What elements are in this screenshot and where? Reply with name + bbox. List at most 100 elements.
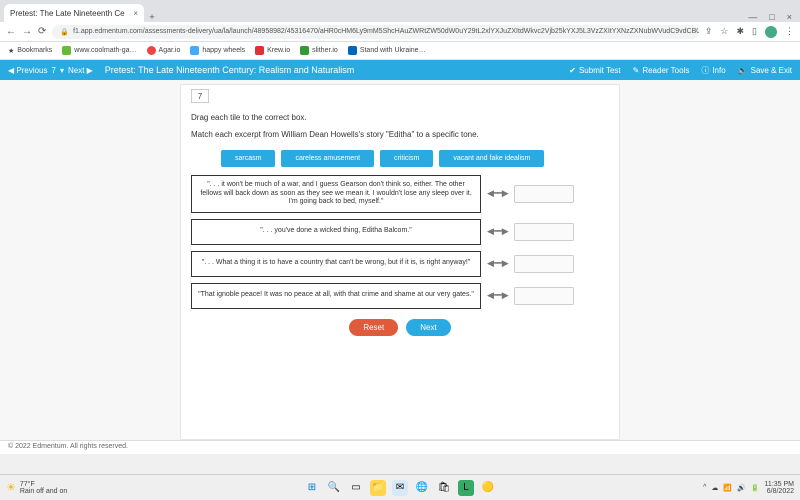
- back-icon[interactable]: ←: [6, 26, 16, 37]
- app-icon[interactable]: L: [458, 480, 474, 496]
- windows-taskbar: ☀ 77°F Rain off and on ⊞ 🔍 ▭ 📁 ✉ 🌐 🛍 L 🟡…: [0, 474, 800, 500]
- content-area: 7 Drag each tile to the correct box. Mat…: [0, 80, 800, 440]
- window-controls: — □ ×: [740, 12, 800, 22]
- volume-icon[interactable]: 🔊: [737, 484, 746, 492]
- submit-test-button[interactable]: ✔ Submit Test: [569, 66, 620, 75]
- extensions-icon[interactable]: ✱: [737, 26, 745, 38]
- arrow-icon: ◀━━▶: [487, 226, 508, 237]
- weather-condition: Rain off and on: [20, 488, 67, 495]
- assessment-header: ◀ Previous 7 ▾ Next ▶ Pretest: The Late N…: [0, 60, 800, 80]
- browser-tab[interactable]: Pretest: The Late Nineteenth Ce ×: [4, 4, 144, 22]
- drop-target[interactable]: [514, 185, 574, 203]
- question-counter[interactable]: 7: [52, 66, 56, 75]
- mail-icon[interactable]: ✉: [392, 480, 408, 496]
- store-icon[interactable]: 🛍: [436, 480, 452, 496]
- chevron-up-icon[interactable]: ^: [703, 484, 706, 491]
- bookmark-item[interactable]: www.coolmath-ga…: [62, 46, 136, 55]
- chevron-down-icon[interactable]: ▾: [60, 66, 64, 75]
- cloud-icon[interactable]: ☁: [711, 484, 718, 492]
- bookmark-item[interactable]: slither.io: [300, 46, 338, 55]
- maximize-icon[interactable]: □: [769, 12, 774, 22]
- bookmark-item[interactable]: Stand with Ukraine…: [348, 46, 426, 55]
- drag-tile[interactable]: sarcasm: [221, 150, 275, 167]
- instruction-text: Drag each tile to the correct box.: [191, 113, 609, 122]
- star-icon: ★: [8, 47, 14, 55]
- drop-target[interactable]: [514, 255, 574, 273]
- wifi-icon[interactable]: 📶: [723, 484, 732, 492]
- time: 11:35 PM: [765, 481, 794, 488]
- site-icon: [348, 46, 357, 55]
- chrome-icon[interactable]: 🟡: [480, 480, 496, 496]
- match-row: ". . . you've done a wicked thing, Edith…: [191, 219, 609, 245]
- edge-icon[interactable]: 🌐: [414, 480, 430, 496]
- excerpt-box: "That ignoble peace! It was no peace at …: [191, 283, 481, 309]
- date: 6/8/2022: [765, 488, 794, 495]
- drop-target[interactable]: [514, 223, 574, 241]
- start-icon[interactable]: ⊞: [304, 480, 320, 496]
- temperature: 77°F: [20, 481, 67, 488]
- previous-button[interactable]: ◀ Previous: [8, 66, 48, 75]
- arrow-icon: ◀━━▶: [487, 188, 508, 199]
- site-icon: [300, 46, 309, 55]
- system-tray: ^ ☁ 📶 🔊 🔋 11:35 PM 6/8/2022: [703, 481, 794, 495]
- profile-avatar[interactable]: [765, 26, 777, 38]
- excerpt-box: ". . . What a thing it is to have a coun…: [191, 251, 481, 277]
- site-icon: [62, 46, 71, 55]
- next-button[interactable]: Next ▶: [68, 66, 93, 75]
- drop-target[interactable]: [514, 287, 574, 305]
- sun-icon: ☀: [6, 481, 16, 494]
- taskbar-apps: ⊞ 🔍 ▭ 📁 ✉ 🌐 🛍 L 🟡: [304, 480, 496, 496]
- save-exit-button[interactable]: 🔈 Save & Exit: [738, 66, 792, 75]
- reader-tools-button[interactable]: ✎ Reader Tools: [633, 66, 690, 75]
- task-view-icon[interactable]: ▭: [348, 480, 364, 496]
- search-icon[interactable]: 🔍: [326, 480, 342, 496]
- menu-icon[interactable]: ▯: [752, 26, 757, 38]
- bookmarks-bar: ★Bookmarks www.coolmath-ga… Agar.io happ…: [0, 42, 800, 60]
- match-row: ". . . it won't be much of a war, and I …: [191, 175, 609, 212]
- forward-icon[interactable]: →: [22, 26, 32, 37]
- url-text: f1.app.edmentum.com/assessments-delivery…: [73, 28, 699, 35]
- battery-icon[interactable]: 🔋: [751, 484, 760, 492]
- info-button[interactable]: ⓘ Info: [701, 65, 725, 76]
- bookmark-item[interactable]: Agar.io: [147, 46, 181, 55]
- button-row: Reset Next: [191, 319, 609, 336]
- match-row: "That ignoble peace! It was no peace at …: [191, 283, 609, 309]
- browser-tab-strip: Pretest: The Late Nineteenth Ce × + — □ …: [0, 0, 800, 22]
- clock[interactable]: 11:35 PM 6/8/2022: [765, 481, 794, 495]
- next-button[interactable]: Next: [406, 319, 450, 336]
- bookmark-item[interactable]: Krew.io: [255, 46, 290, 55]
- site-icon: [190, 46, 199, 55]
- excerpt-box: ". . . it won't be much of a war, and I …: [191, 175, 481, 212]
- drag-tile[interactable]: careless amusement: [281, 150, 374, 167]
- bookmark-item[interactable]: happy wheels: [190, 46, 245, 55]
- prompt-text: Match each excerpt from William Dean How…: [191, 130, 609, 140]
- excerpt-box: ". . . you've done a wicked thing, Edith…: [191, 219, 481, 245]
- close-icon[interactable]: ×: [133, 9, 138, 18]
- kebab-icon[interactable]: ⋮: [785, 26, 794, 38]
- page-footer: © 2022 Edmentum. All rights reserved.: [0, 440, 800, 454]
- minimize-icon[interactable]: —: [748, 12, 757, 22]
- reset-button[interactable]: Reset: [349, 319, 398, 336]
- close-window-icon[interactable]: ×: [787, 12, 792, 22]
- match-row: ". . . What a thing it is to have a coun…: [191, 251, 609, 277]
- arrow-icon: ◀━━▶: [487, 258, 508, 269]
- reload-icon[interactable]: ⟳: [38, 26, 46, 37]
- question-card: 7 Drag each tile to the correct box. Mat…: [180, 84, 620, 440]
- arrow-icon: ◀━━▶: [487, 290, 508, 301]
- drag-tile[interactable]: vacant and fake idealism: [439, 150, 544, 167]
- share-icon[interactable]: ⇪: [705, 26, 713, 38]
- star-icon[interactable]: ☆: [720, 26, 728, 38]
- address-bar: ← → ⟳ 🔒 f1.app.edmentum.com/assessments-…: [0, 22, 800, 42]
- url-input[interactable]: 🔒 f1.app.edmentum.com/assessments-delive…: [52, 25, 698, 39]
- explorer-icon[interactable]: 📁: [370, 480, 386, 496]
- tile-bank: sarcasm careless amusement criticism vac…: [221, 150, 609, 167]
- lock-icon: 🔒: [60, 28, 69, 36]
- bookmark-item[interactable]: ★Bookmarks: [8, 47, 52, 55]
- site-icon: [255, 46, 264, 55]
- tab-title: Pretest: The Late Nineteenth Ce: [10, 9, 125, 18]
- drag-tile[interactable]: criticism: [380, 150, 433, 167]
- assessment-title: Pretest: The Late Nineteenth Century: Re…: [105, 65, 354, 75]
- new-tab-button[interactable]: +: [144, 12, 160, 22]
- weather-widget[interactable]: ☀ 77°F Rain off and on: [6, 481, 67, 495]
- question-number: 7: [191, 89, 209, 103]
